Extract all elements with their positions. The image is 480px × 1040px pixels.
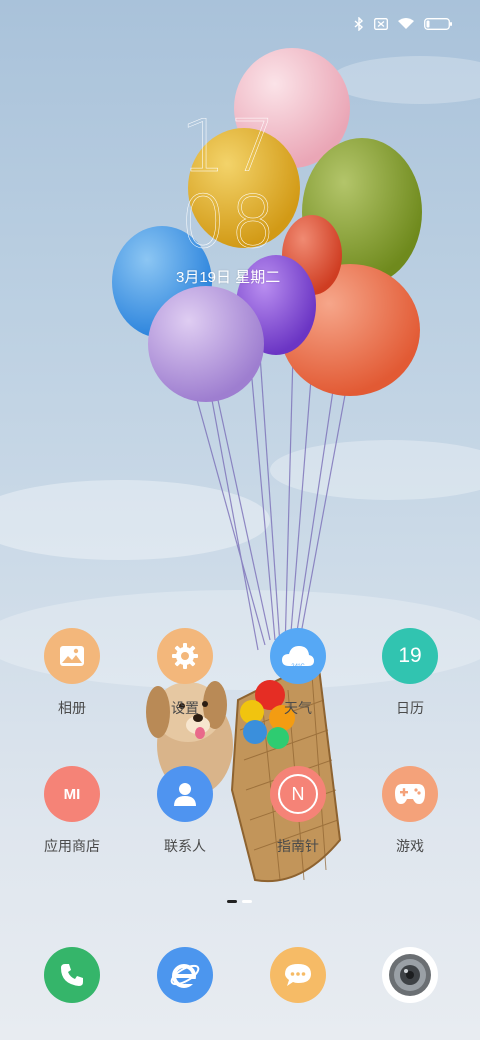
calendar-icon: 19 bbox=[382, 628, 438, 684]
app-contacts[interactable]: 联系人 bbox=[135, 766, 235, 856]
date-label: 3月19日 星期二 bbox=[176, 269, 281, 286]
battery-icon bbox=[424, 18, 452, 30]
app-store[interactable]: MI 应用商店 bbox=[22, 766, 122, 856]
compass-icon: N bbox=[270, 766, 326, 822]
wifi-icon bbox=[398, 18, 414, 30]
app-weather[interactable]: 24°C 天气 bbox=[248, 628, 348, 718]
app-label: 指南针 bbox=[277, 838, 319, 854]
weather-temp: 24°C bbox=[291, 664, 305, 670]
dock-camera[interactable] bbox=[360, 947, 460, 1003]
app-gallery[interactable]: 相册 bbox=[22, 628, 122, 718]
clock-widget[interactable]: 17 08 bbox=[180, 104, 280, 264]
clock-minute: 08 bbox=[180, 180, 280, 264]
dock-browser[interactable] bbox=[135, 947, 235, 1003]
app-label: 设置 bbox=[171, 700, 199, 716]
mi-logo: MI bbox=[63, 785, 81, 803]
dock-phone[interactable] bbox=[22, 947, 122, 1003]
app-calendar[interactable]: 19 日历 bbox=[360, 628, 460, 718]
weather-cloud-icon: 24°C bbox=[270, 628, 326, 684]
gamepad-icon bbox=[382, 766, 438, 822]
camera-icon bbox=[382, 947, 438, 1003]
page-dot-active bbox=[227, 900, 237, 903]
phone-icon bbox=[44, 947, 100, 1003]
app-label: 相册 bbox=[58, 700, 86, 716]
compass-ring: N bbox=[278, 774, 318, 814]
app-games[interactable]: 游戏 bbox=[360, 766, 460, 856]
dock-messages[interactable] bbox=[248, 947, 348, 1003]
app-label: 联系人 bbox=[164, 838, 206, 854]
gallery-icon bbox=[44, 628, 100, 684]
app-label: 日历 bbox=[396, 700, 424, 716]
app-compass[interactable]: N 指南针 bbox=[248, 766, 348, 856]
clock-hour: 17 bbox=[180, 104, 280, 188]
mi-store-icon: MI bbox=[44, 766, 100, 822]
status-bar bbox=[354, 14, 452, 34]
no-sim-icon bbox=[374, 18, 388, 30]
settings-gear-icon bbox=[157, 628, 213, 684]
bluetooth-icon bbox=[354, 17, 364, 31]
app-label: 游戏 bbox=[396, 838, 424, 854]
browser-icon bbox=[157, 947, 213, 1003]
contacts-person-icon bbox=[157, 766, 213, 822]
calendar-day: 19 bbox=[398, 644, 422, 667]
page-indicator bbox=[227, 900, 252, 903]
messages-icon bbox=[270, 947, 326, 1003]
app-settings[interactable]: 设置 bbox=[135, 628, 235, 718]
compass-letter: N bbox=[291, 783, 305, 804]
app-label: 应用商店 bbox=[44, 838, 100, 854]
page-dot bbox=[242, 900, 252, 903]
app-label: 天气 bbox=[284, 700, 312, 716]
